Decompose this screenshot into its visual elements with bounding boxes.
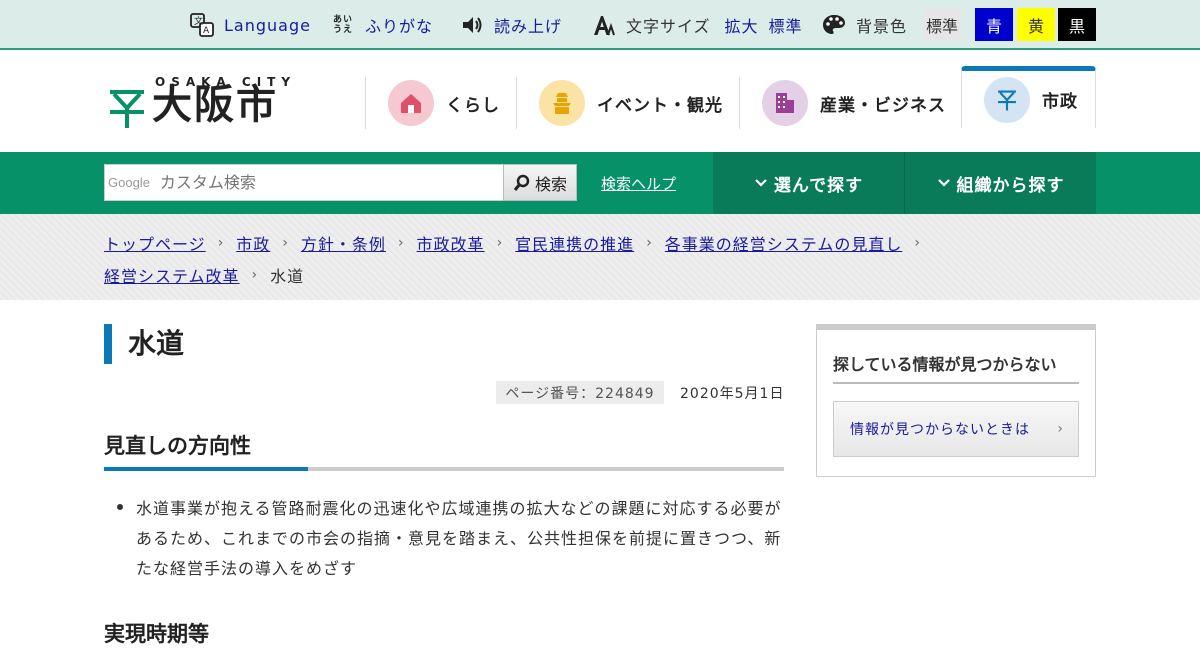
chevron-right-icon: ›	[217, 235, 225, 251]
search-icon	[513, 174, 530, 191]
city-mark-icon	[998, 90, 1016, 111]
list-item: 水道事業が抱える管路耐震化の迅速化や広域連携の拡大などの課題に対応する必要がある…	[136, 499, 782, 578]
house-icon	[401, 94, 421, 113]
sidebar-title: 探している情報が見つからない	[833, 355, 1057, 374]
text-size-icon	[594, 16, 615, 36]
translate-icon: 文 A	[190, 13, 214, 37]
language-label: Language	[224, 15, 311, 35]
castle-icon	[553, 93, 571, 114]
text-size-group: 文字サイズ 拡大 標準	[592, 12, 803, 38]
logo-text[interactable]: 大阪市	[152, 82, 278, 128]
read-aloud-link[interactable]: 読み上げ	[460, 12, 562, 38]
breadcrumb-line-2: 経営システム改革 › 水道	[104, 263, 304, 287]
chevron-right-icon: ›	[496, 235, 504, 251]
bg-yellow-button[interactable]: 黄	[1017, 8, 1055, 41]
breadcrumb-link-ppp[interactable]: 官民連携の推進	[515, 231, 634, 255]
furigana-icon: あいうえ	[333, 15, 354, 35]
language-link[interactable]: 文 A Language	[190, 12, 311, 38]
utility-bar: 文 A Language あいうえ ふりがな 読み上げ 文字サイズ 拡大 標準	[0, 0, 1200, 50]
nav-shisei-circle	[984, 76, 1030, 123]
text-size-large[interactable]: 拡大	[725, 13, 759, 37]
find-by-choice-label: 選んで探す	[773, 175, 864, 196]
breadcrumb-link-reform[interactable]: 市政改革	[417, 231, 485, 255]
nav-shisei-label: 市政	[1042, 92, 1078, 112]
chevron-right-icon: ›	[646, 235, 653, 251]
search-help-link[interactable]: 検索ヘルプ	[601, 173, 676, 194]
breadcrumb-link-system-reform[interactable]: 経営システム改革	[104, 263, 240, 287]
google-tag: Google	[108, 175, 150, 190]
nav-event[interactable]: イベント・観光	[516, 77, 740, 129]
chevron-right-icon: ›	[1057, 421, 1064, 437]
text-size-label: 文字サイズ	[626, 17, 711, 36]
page-date: 2020年5月1日	[680, 386, 785, 402]
nav-event-label: イベント・観光	[597, 95, 723, 116]
find-by-org-button[interactable]: 組織から探す	[905, 152, 1096, 214]
read-aloud-label: 読み上げ	[494, 17, 563, 36]
chevron-down-icon	[937, 179, 950, 187]
nav-kurashi[interactable]: くらし	[365, 77, 517, 129]
search-bar: Google 検索 検索ヘルプ 選んで探す 組織から探す	[0, 152, 1200, 214]
breadcrumb-link-shisei[interactable]: 市政	[236, 231, 270, 255]
svg-text:A: A	[203, 26, 210, 36]
sidebar-not-found: 探している情報が見つからない 情報が見つからないときは ›	[816, 324, 1096, 477]
not-found-button[interactable]: 情報が見つからないときは ›	[833, 401, 1079, 457]
breadcrumb: トップページ › 市政 › 方針・条例 › 市政改革 › 官民連携の推進 › 各…	[0, 214, 1200, 300]
breadcrumb-current: 水道	[270, 267, 305, 286]
site-header: OSAKA CITY 大阪市 くらし イベント・観光 産業・ビジネス 市政	[0, 52, 1200, 152]
bg-color-label: 背景色	[856, 17, 908, 36]
text-size-normal[interactable]: 標準	[769, 13, 803, 37]
chevron-right-icon: ›	[914, 235, 921, 251]
nav-business-circle	[762, 80, 808, 126]
section-heading-timing: 実現時期等	[104, 622, 209, 646]
city-emblem-icon[interactable]	[108, 88, 146, 128]
breadcrumb-link-top[interactable]: トップページ	[104, 231, 206, 255]
search-input[interactable]	[159, 173, 480, 192]
page-title: 水道	[128, 327, 185, 360]
breadcrumb-link-policy[interactable]: 方針・条例	[301, 231, 386, 255]
nav-business[interactable]: 産業・ビジネス	[739, 77, 961, 129]
nav-shisei[interactable]: 市政	[961, 66, 1096, 128]
furigana-label: ふりがな	[365, 17, 434, 36]
bg-standard-button[interactable]: 標準	[923, 8, 961, 41]
page-number: ページ番号：224849	[496, 381, 664, 404]
breadcrumb-line-1: トップページ › 市政 › 方針・条例 › 市政改革 › 官民連携の推進 › 各…	[104, 231, 933, 255]
bg-blue-button[interactable]: 青	[975, 8, 1013, 41]
sidebar-rule	[833, 382, 1079, 384]
title-accent-bar	[104, 324, 112, 364]
chevron-right-icon: ›	[251, 267, 259, 283]
chevron-right-icon: ›	[282, 235, 289, 251]
find-by-org-label: 組織から探す	[956, 175, 1065, 196]
section-underline	[104, 467, 784, 471]
search-box: Google	[104, 164, 504, 201]
find-by-choice-button[interactable]: 選んで探す	[713, 152, 904, 214]
building-icon	[776, 93, 794, 113]
bg-black-button[interactable]: 黒	[1058, 8, 1096, 41]
speaker-icon	[463, 17, 482, 33]
breadcrumb-link-review[interactable]: 各事業の経営システムの見直し	[665, 231, 903, 255]
nav-business-label: 産業・ビジネス	[820, 95, 946, 116]
chevron-right-icon: ›	[397, 235, 405, 251]
section-heading-direction: 見直しの方向性	[104, 434, 251, 458]
nav-event-circle	[539, 80, 585, 126]
nav-kurashi-circle	[388, 80, 434, 126]
palette-icon	[823, 15, 845, 34]
bullet-dot	[117, 504, 123, 510]
not-found-button-label: 情報が見つからないときは	[850, 422, 1030, 438]
bg-color-group: 背景色	[822, 12, 907, 38]
nav-kurashi-label: くらし	[446, 95, 500, 116]
furigana-link[interactable]: あいうえ ふりがな	[333, 12, 433, 38]
search-button-label: 検索	[534, 174, 567, 194]
chevron-down-icon	[755, 179, 767, 187]
search-button[interactable]: 検索	[503, 164, 577, 201]
